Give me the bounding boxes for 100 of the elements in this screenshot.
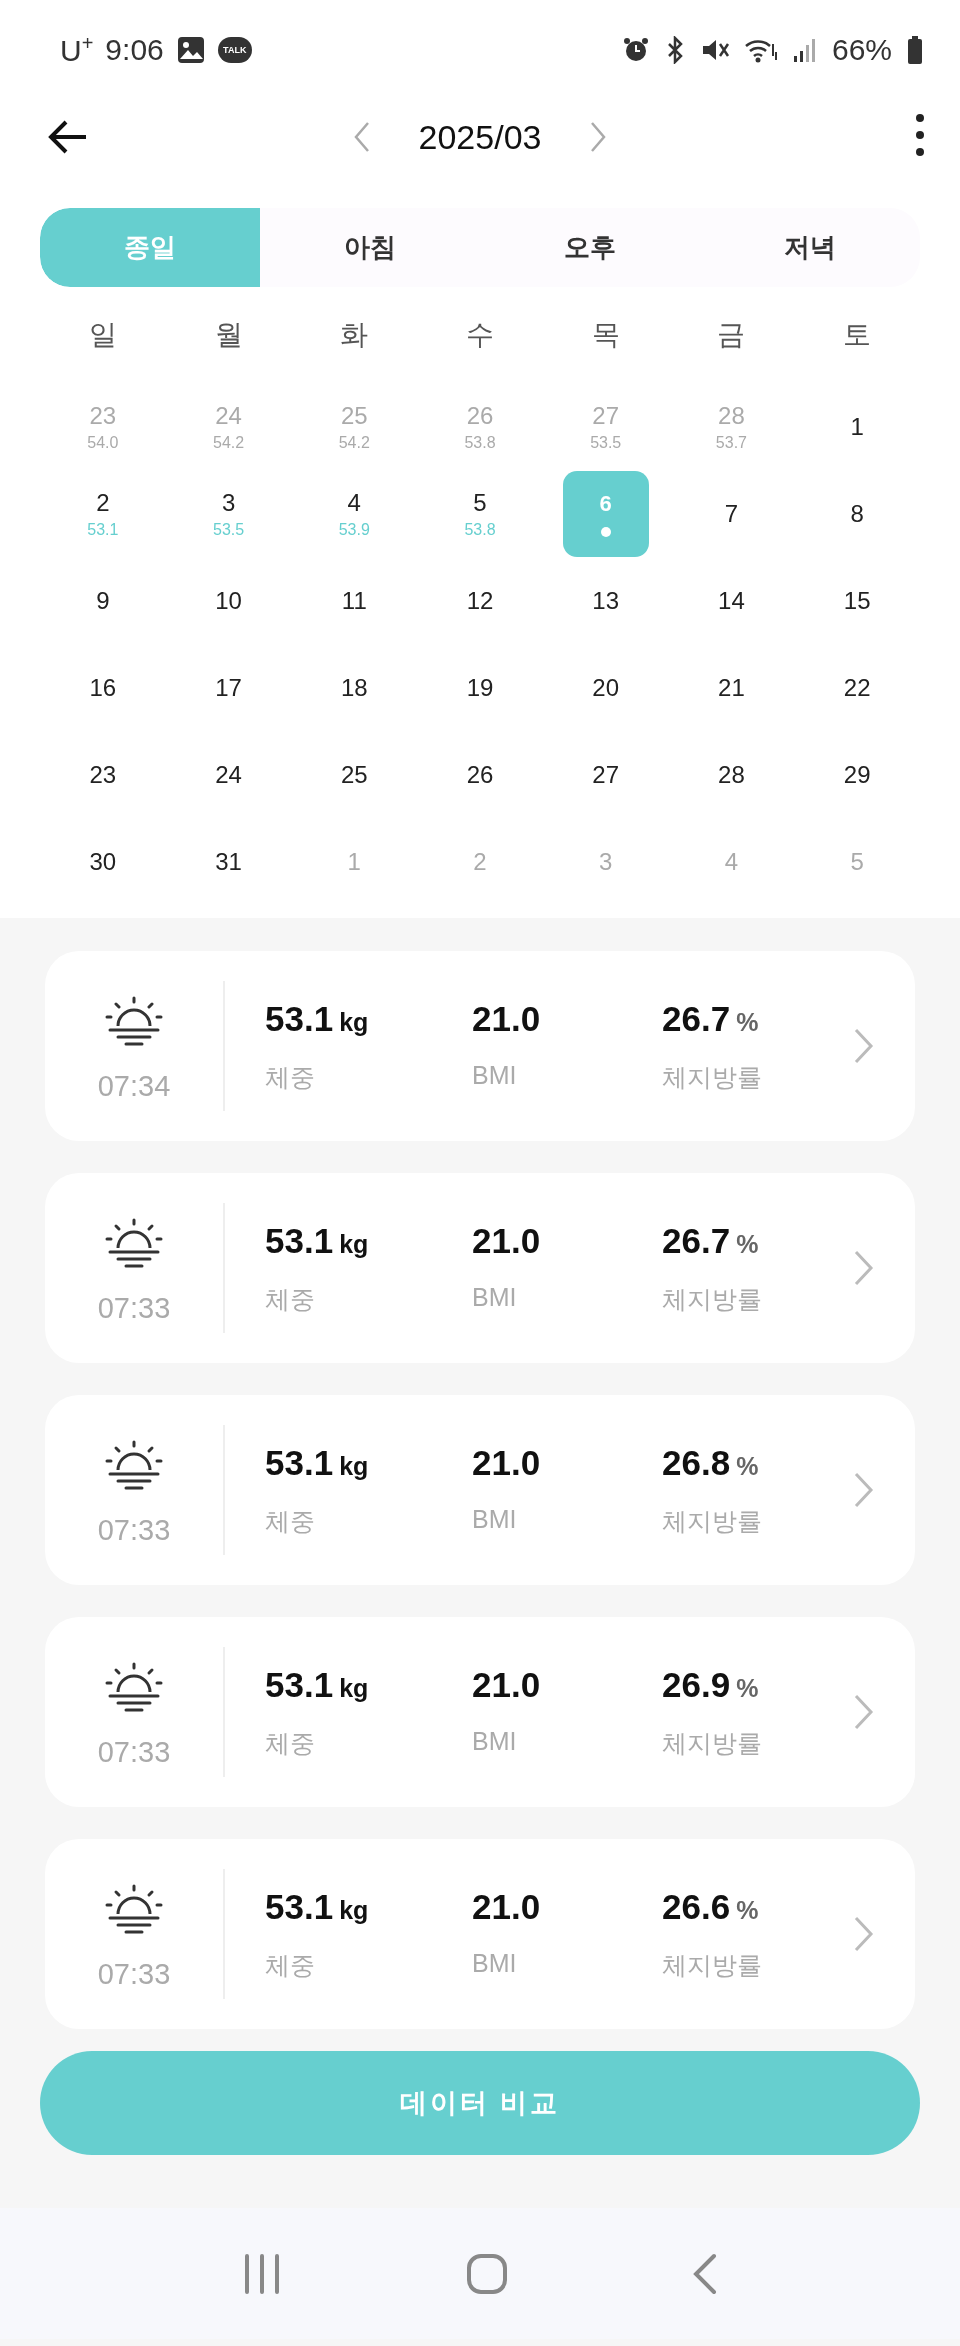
weekday-label: 목 bbox=[591, 318, 620, 352]
record-time: 07:33 bbox=[97, 1957, 171, 1991]
day-number[interactable]: 12 bbox=[466, 586, 494, 615]
metric-label: 체중 bbox=[265, 1727, 316, 1759]
day-number[interactable]: 26 bbox=[466, 760, 494, 789]
home-icon[interactable] bbox=[466, 2252, 508, 2295]
day-number[interactable]: 30 bbox=[89, 847, 117, 876]
next-month-icon[interactable] bbox=[589, 121, 608, 153]
day-number[interactable]: 18 bbox=[340, 673, 368, 702]
day-number[interactable]: 9 bbox=[96, 586, 110, 615]
metric-value: 53.1 bbox=[265, 998, 334, 1038]
day-number[interactable]: 17 bbox=[215, 673, 242, 702]
metric-value: 21.0 bbox=[472, 998, 541, 1038]
day-weight: 53.5 bbox=[213, 520, 245, 539]
metric-value: 26.7 bbox=[662, 1220, 731, 1260]
metric-label: 체중 bbox=[265, 1505, 316, 1537]
day-number[interactable]: 31 bbox=[215, 847, 242, 876]
record-card[interactable]: 07:33 53.1 kg 체중 21.0 BMI 26.7 % 체지방률 bbox=[45, 1173, 915, 1363]
day-number[interactable]: 27 bbox=[592, 760, 620, 789]
day-number[interactable]: 3 bbox=[221, 488, 236, 517]
unit-label: % bbox=[736, 1229, 759, 1258]
day-number[interactable]: 4 bbox=[347, 488, 361, 517]
metric-label: BMI bbox=[472, 1948, 518, 1978]
metric-value: 53.1 bbox=[265, 1664, 334, 1704]
day-weight: 53.1 bbox=[87, 520, 119, 539]
chevron-right-icon bbox=[853, 1027, 875, 1065]
weekday-label: 토 bbox=[843, 318, 872, 352]
day-number[interactable]: 7 bbox=[724, 499, 739, 528]
day-weight: 53.9 bbox=[338, 520, 370, 539]
metric-value: 53.1 bbox=[265, 1886, 334, 1926]
day-number[interactable]: 23 bbox=[89, 760, 117, 789]
metric-label: 체지방률 bbox=[662, 1061, 763, 1093]
record-time: 07:34 bbox=[97, 1069, 171, 1103]
period-tab[interactable]: 아침 bbox=[260, 208, 480, 287]
unit-label: kg bbox=[339, 1451, 369, 1480]
previous-month-icon[interactable] bbox=[352, 121, 371, 153]
day-number[interactable]: 21 bbox=[718, 673, 745, 702]
metric-value: 21.0 bbox=[472, 1886, 541, 1926]
chevron-right-icon bbox=[853, 1249, 875, 1287]
weekday-label: 화 bbox=[340, 318, 369, 352]
signal-icon bbox=[791, 36, 818, 64]
month-title: 2025/03 bbox=[418, 117, 542, 157]
day-number[interactable]: 2 bbox=[96, 488, 110, 517]
chat-badge: TALK bbox=[217, 37, 252, 63]
status-time: 9:06 bbox=[105, 33, 164, 67]
metric-value: 53.1 bbox=[265, 1442, 334, 1482]
metric-label: BMI bbox=[472, 1060, 518, 1090]
day-number[interactable]: 1 bbox=[850, 412, 864, 441]
unit-label: kg bbox=[339, 1007, 369, 1036]
day-number[interactable]: 20 bbox=[592, 673, 620, 702]
day-weight: 54.0 bbox=[87, 433, 119, 452]
metric-label: 체지방률 bbox=[662, 1727, 763, 1759]
record-card[interactable]: 07:33 53.1 kg 체중 21.0 BMI 26.9 % 체지방률 bbox=[45, 1617, 915, 1807]
back-nav-icon[interactable] bbox=[692, 2252, 718, 2295]
day-number[interactable]: 14 bbox=[718, 586, 745, 615]
metric-label: 체중 bbox=[265, 1949, 316, 1981]
day-weight: 54.2 bbox=[213, 433, 245, 452]
chevron-right-icon bbox=[853, 1693, 875, 1731]
period-tab[interactable]: 오후 bbox=[480, 208, 700, 287]
image-icon bbox=[175, 35, 206, 65]
unit-label: kg bbox=[339, 1229, 369, 1258]
metric-label: 체지방률 bbox=[662, 1283, 763, 1315]
day-number[interactable]: 29 bbox=[843, 760, 871, 789]
record-dot bbox=[600, 526, 611, 537]
weekday-label: 일 bbox=[88, 318, 117, 352]
day-number[interactable]: 10 bbox=[215, 586, 242, 615]
record-card[interactable]: 07:34 53.1 kg 체중 21.0 BMI 26.7 % 체지방률 bbox=[45, 951, 915, 1141]
day-number[interactable]: 19 bbox=[466, 673, 494, 702]
day-number[interactable]: 8 bbox=[850, 499, 864, 528]
unit-label: % bbox=[736, 1007, 759, 1036]
record-card[interactable]: 07:33 53.1 kg 체중 21.0 BMI 26.8 % 체지방률 bbox=[45, 1395, 915, 1585]
metric-label: BMI bbox=[472, 1726, 518, 1756]
weekday-label: 수 bbox=[466, 318, 494, 352]
unit-label: % bbox=[736, 1451, 759, 1480]
day-number[interactable]: 28 bbox=[718, 760, 745, 789]
day-weight: 53.8 bbox=[464, 520, 496, 539]
metric-label: 체중 bbox=[265, 1283, 316, 1315]
day-number[interactable]: 5 bbox=[473, 488, 487, 517]
day-number[interactable]: 25 bbox=[340, 760, 368, 789]
metric-value: 26.9 bbox=[662, 1664, 731, 1704]
record-time: 07:33 bbox=[97, 1735, 171, 1769]
recent-apps-icon[interactable] bbox=[242, 2253, 282, 2294]
period-tab[interactable]: 저녁 bbox=[700, 208, 920, 287]
weekday-label: 금 bbox=[717, 318, 746, 352]
day-weight: 53.7 bbox=[715, 433, 747, 452]
metric-label: BMI bbox=[472, 1282, 518, 1312]
weekday-label: 월 bbox=[214, 318, 243, 352]
day-weight: 53.5 bbox=[590, 433, 622, 452]
day-number[interactable]: 16 bbox=[89, 673, 117, 702]
day-number[interactable]: 13 bbox=[592, 586, 620, 615]
record-time: 07:33 bbox=[97, 1291, 171, 1325]
metric-value: 53.1 bbox=[265, 1220, 334, 1260]
record-card[interactable]: 07:33 53.1 kg 체중 21.0 BMI 26.6 % 체지방률 bbox=[45, 1839, 915, 2029]
day-number[interactable]: 24 bbox=[215, 760, 242, 789]
battery-percent: 66% bbox=[831, 33, 892, 67]
day-number[interactable]: 15 bbox=[843, 586, 871, 615]
metric-value: 21.0 bbox=[472, 1664, 541, 1704]
day-number[interactable]: 11 bbox=[341, 586, 367, 615]
day-number[interactable]: 22 bbox=[843, 673, 871, 702]
more-options-icon[interactable] bbox=[914, 113, 926, 157]
